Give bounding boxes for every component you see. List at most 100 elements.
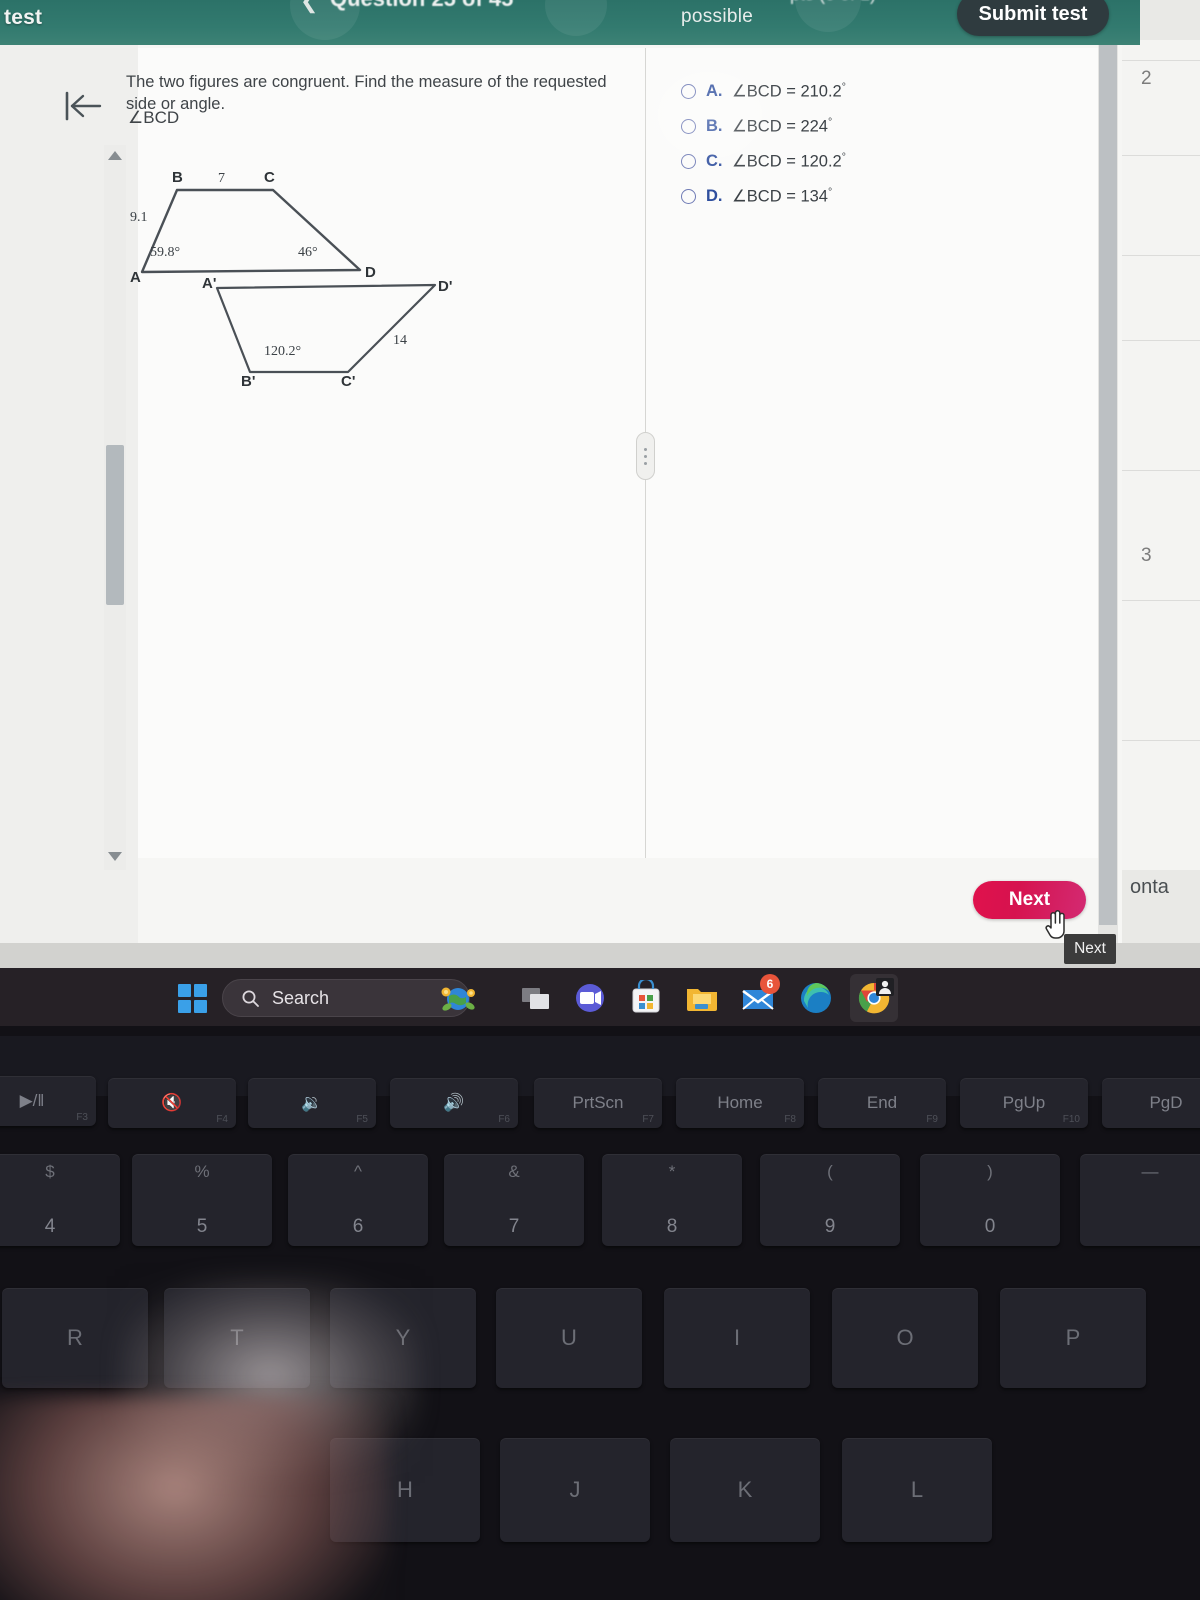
vertex-label-B: B: [172, 169, 183, 186]
scroll-down-arrow-icon[interactable]: [108, 852, 122, 861]
key-volume-down[interactable]: 🔉 F5: [248, 1078, 376, 1128]
vertex-label-D: D: [365, 264, 376, 281]
key-mute[interactable]: 🔇 F4: [108, 1078, 236, 1128]
points-fragment: pts (0 of 1): [790, 0, 876, 5]
answer-option-b[interactable]: B. ∠BCD = 224°: [681, 109, 1041, 144]
next-button-tooltip: Next: [1064, 934, 1116, 964]
option-letter-a: A.: [706, 82, 723, 100]
skip-to-start-icon[interactable]: [62, 88, 104, 124]
key-6[interactable]: ^ 6: [288, 1154, 428, 1246]
congruent-figures-diagram: B C A D 7 9.1 59.8° 46° A' D' B' C' 120.…: [130, 169, 452, 390]
key-t[interactable]: T: [164, 1288, 310, 1388]
next-question-button[interactable]: Next: [973, 881, 1086, 919]
background-page-right: [1118, 40, 1200, 870]
vertex-label-D-prime: D': [438, 278, 452, 295]
answer-option-c[interactable]: C. ∠BCD = 120.2°: [681, 144, 1041, 179]
key-volume-up[interactable]: 🔊 F6: [390, 1078, 518, 1128]
teams-icon[interactable]: [572, 980, 608, 1016]
submit-test-button[interactable]: Submit test: [957, 0, 1109, 36]
scroll-up-arrow-icon[interactable]: [108, 151, 122, 160]
background-contact-link[interactable]: onta: [1130, 876, 1169, 899]
key-end[interactable]: End F9: [818, 1078, 946, 1128]
key-j[interactable]: J: [500, 1438, 650, 1542]
radio-button-c[interactable]: [681, 154, 696, 169]
points-possible-label: possible: [681, 6, 754, 27]
key-home[interactable]: Home F8: [676, 1078, 804, 1128]
radio-button-b[interactable]: [681, 119, 696, 134]
mail-icon[interactable]: 6: [740, 974, 780, 1016]
requested-measure-label: ∠BCD: [128, 108, 180, 127]
key-l[interactable]: L: [842, 1438, 992, 1542]
question-counter: Question 25 of 45: [330, 0, 513, 12]
option-text-d: ∠BCD = 134°: [732, 186, 833, 206]
key-o[interactable]: O: [832, 1288, 978, 1388]
key-pgup[interactable]: PgUp F10: [960, 1078, 1088, 1128]
file-explorer-icon[interactable]: [684, 980, 720, 1016]
answer-option-d[interactable]: D. ∠BCD = 134°: [681, 179, 1041, 214]
chrome-profile-badge-icon: [876, 978, 894, 996]
key-4[interactable]: $ 4: [0, 1154, 120, 1246]
key-h[interactable]: H: [330, 1438, 480, 1542]
key-7[interactable]: & 7: [444, 1154, 584, 1246]
modal-right-scrollbar[interactable]: [1098, 45, 1118, 943]
scrollbar-thumb[interactable]: [106, 445, 124, 605]
vertex-label-A: A: [130, 269, 141, 286]
taskbar-search-box[interactable]: Search: [222, 979, 470, 1017]
splitter-drag-handle[interactable]: [636, 432, 655, 480]
option-text-c: ∠BCD = 120.2°: [732, 151, 846, 171]
key-9[interactable]: ( 9: [760, 1154, 900, 1246]
answer-option-a[interactable]: A. ∠BCD = 210.2°: [681, 74, 1041, 109]
angle-label-b-prime: 120.2°: [264, 344, 301, 359]
search-icon: [242, 990, 259, 1007]
key-y[interactable]: Y: [330, 1288, 476, 1388]
radio-button-a[interactable]: [681, 84, 696, 99]
key-k[interactable]: K: [670, 1438, 820, 1542]
angle-label-d: 46°: [298, 245, 318, 260]
side-length-ab: 9.1: [130, 210, 148, 225]
monitor-bottom-edge: [0, 943, 1200, 968]
key-play-pause[interactable]: ▶/‖ F3: [0, 1076, 96, 1126]
key-prtscn[interactable]: PrtScn F7: [534, 1078, 662, 1128]
task-view-icon[interactable]: [518, 980, 554, 1016]
key-r[interactable]: R: [2, 1288, 148, 1388]
hand-cursor-icon: [1045, 910, 1065, 939]
key-p[interactable]: P: [1000, 1288, 1146, 1388]
option-letter-b: B.: [706, 117, 723, 135]
option-text-a: ∠BCD = 210.2°: [732, 81, 846, 101]
key-pgdn[interactable]: PgD: [1102, 1078, 1200, 1128]
answer-options-list: A. ∠BCD = 210.2° B. ∠BCD = 224° C. ∠BCD …: [681, 74, 1041, 214]
modal-scrollbar-thumb[interactable]: [1099, 45, 1117, 925]
side-length-cd-prime: 14: [393, 333, 407, 348]
vertex-label-A-prime: A': [202, 275, 216, 292]
test-title: test: [4, 6, 43, 29]
key-0[interactable]: ) 0: [920, 1154, 1060, 1246]
question-prompt: The two figures are congruent. Find the …: [126, 73, 607, 113]
chevron-left-icon[interactable]: ❮: [300, 0, 318, 14]
weather-icon[interactable]: [440, 980, 476, 1016]
microsoft-store-icon[interactable]: [628, 977, 664, 1016]
key-i[interactable]: I: [664, 1288, 810, 1388]
laptop-keyboard: ▶/‖ F3 🔇 F4 🔉 F5 🔊 F6 PrtScn F7 Home F8 …: [0, 1026, 1200, 1600]
radio-button-d[interactable]: [681, 189, 696, 204]
option-letter-d: D.: [706, 187, 723, 205]
vertex-label-B-prime: B': [241, 373, 255, 390]
side-length-bc: 7: [218, 171, 225, 186]
start-button[interactable]: [178, 984, 208, 1014]
chrome-icon[interactable]: [856, 978, 894, 1016]
angle-label-a: 59.8°: [150, 245, 180, 260]
monitor-screen: 2 3 test ❮ Question 25 of 45 pts (0 of 1…: [0, 0, 1200, 968]
key-8[interactable]: * 8: [602, 1154, 742, 1246]
option-text-b: ∠BCD = 224°: [732, 116, 833, 136]
search-input-placeholder: Search: [272, 987, 330, 1008]
test-header-bar: test ❮ Question 25 of 45 pts (0 of 1) po…: [0, 0, 1140, 45]
key-u[interactable]: U: [496, 1288, 642, 1388]
key-5[interactable]: % 5: [132, 1154, 272, 1246]
mail-unread-badge: 6: [760, 974, 780, 994]
edge-icon[interactable]: [798, 980, 834, 1016]
background-row-number-3: 3: [1141, 545, 1152, 566]
background-row-number-2: 2: [1141, 68, 1152, 89]
screenshot-root: 2 3 test ❮ Question 25 of 45 pts (0 of 1…: [0, 0, 1200, 1600]
key-minus[interactable]: —: [1080, 1154, 1200, 1246]
option-letter-c: C.: [706, 152, 723, 170]
vertex-label-C-prime: C': [341, 373, 355, 390]
